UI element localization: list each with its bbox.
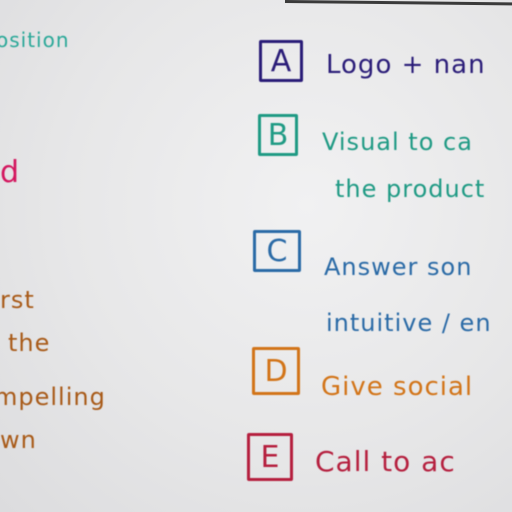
- letter-box-e: E: [247, 433, 293, 481]
- item-b-text-cont: the product: [335, 175, 486, 203]
- letter-box-c: C: [253, 230, 301, 272]
- item-a-text: Logo + nan: [326, 50, 486, 80]
- item-d-text: Give social: [321, 372, 474, 402]
- item-e-text: Call to ac: [315, 445, 456, 478]
- left-text-line-1: osition: [0, 28, 70, 52]
- item-c-text: Answer son: [324, 253, 473, 281]
- left-text-line-3: rst: [0, 286, 35, 314]
- letter-box-d: D: [252, 347, 300, 395]
- left-text-line-6: wn: [0, 426, 37, 454]
- item-b-text: Visual to ca: [322, 128, 473, 156]
- letter-box-b: B: [258, 114, 298, 156]
- letter-box-a: A: [259, 40, 303, 82]
- left-text-line-5: mpelling: [0, 383, 106, 411]
- left-text-line-2: d: [0, 155, 21, 190]
- left-text-line-4: the: [8, 329, 51, 357]
- item-c-text-cont: intuitive / en: [326, 309, 492, 337]
